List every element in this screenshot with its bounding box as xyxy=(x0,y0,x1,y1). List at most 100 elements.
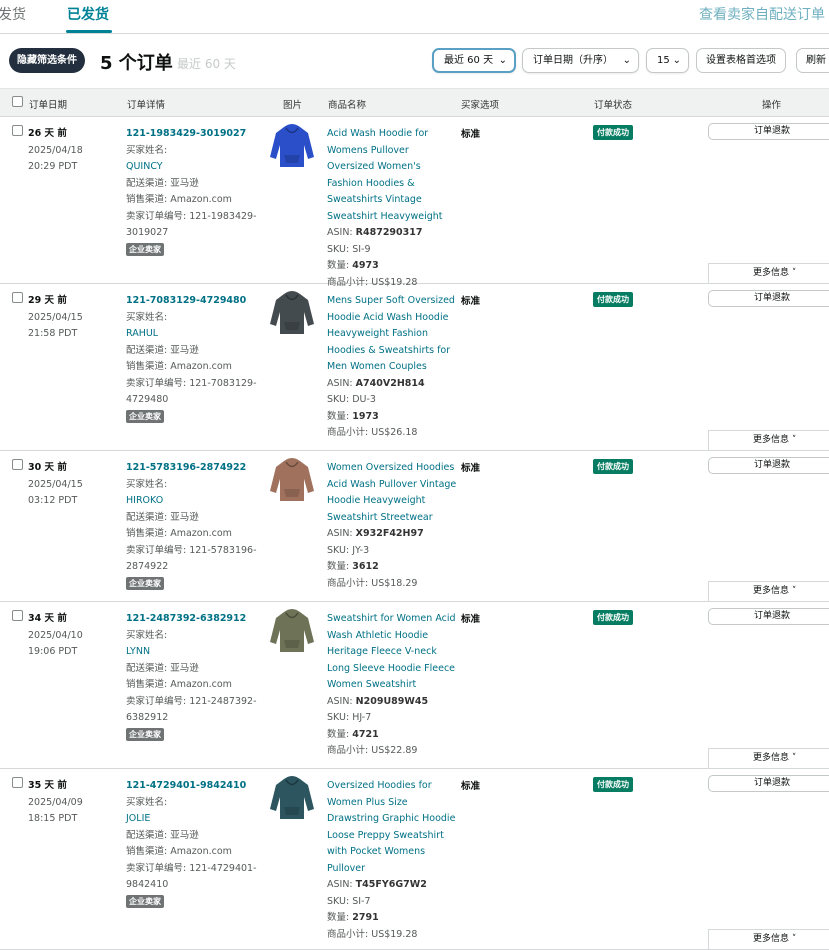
chevron-down-icon: ˅ xyxy=(791,586,797,596)
more-info-label: 更多信息 xyxy=(753,934,790,944)
refresh-button[interactable]: 刷新 xyxy=(796,48,829,73)
tab-unshipped[interactable]: 未发货 xyxy=(0,4,26,24)
row-checkbox[interactable] xyxy=(12,777,23,788)
buyer-option: 标准 xyxy=(461,463,481,474)
sku-label: SKU: xyxy=(327,394,353,405)
sort-select[interactable]: 订单日期（升序） ⌄ xyxy=(522,48,639,73)
refund-button[interactable]: 订单退款 xyxy=(708,608,829,625)
order-date-cell: 29 天 前 2025/04/15 21:58 PDT xyxy=(28,293,83,343)
product-title-link[interactable]: Oversized Hoodies for Women Plus Size Dr… xyxy=(327,778,459,877)
buyer-name-link[interactable]: JOLIE xyxy=(126,811,266,828)
quantity-line: 数量: 4721 xyxy=(327,727,459,744)
row-checkbox[interactable] xyxy=(12,125,23,136)
row-checkbox[interactable] xyxy=(12,459,23,470)
row-checkbox[interactable] xyxy=(12,292,23,303)
seller-order-id: 卖家订单编号: 121-7083129- xyxy=(126,377,257,389)
fulfillment-channel: 配送渠道: 亚马逊 xyxy=(126,662,199,674)
more-info-toggle[interactable]: 更多信息 ˅ xyxy=(708,929,829,949)
refund-button[interactable]: 订单退款 xyxy=(708,775,829,792)
order-date: 2025/04/09 xyxy=(28,796,83,808)
header-order-date[interactable]: 订单日期 xyxy=(29,97,67,111)
quantity-line: 数量: 1973 xyxy=(327,409,459,426)
status-badge: 付款成功 xyxy=(593,292,633,307)
more-info-toggle[interactable]: 更多信息 ˅ xyxy=(708,430,829,450)
order-id-link[interactable]: 121-7083129-4729480 xyxy=(126,293,266,310)
fulfillment-channel: 配送渠道: 亚马逊 xyxy=(126,344,199,356)
buyer-name-link[interactable]: HIROKO xyxy=(126,493,266,510)
seller-order-id-cont: 3019027 xyxy=(126,227,169,238)
refund-button[interactable]: 订单退款 xyxy=(708,123,829,140)
more-info-label: 更多信息 xyxy=(753,435,790,445)
table-preferences-button[interactable]: 设置表格首选项 xyxy=(696,48,786,73)
seller-order-id-cont: 2874922 xyxy=(126,561,169,572)
refund-button[interactable]: 订单退款 xyxy=(708,457,829,474)
product-image[interactable] xyxy=(268,773,316,823)
sku-label: SKU: xyxy=(327,544,353,556)
date-range-value: 最近 60 天 xyxy=(444,55,494,66)
asin-label: ASIN: xyxy=(327,528,356,539)
product-title-link[interactable]: Women Oversized Hoodies Acid Wash Pullov… xyxy=(327,460,459,526)
buyer-name-link[interactable]: QUINCY xyxy=(126,159,266,176)
hoodie-image xyxy=(270,776,314,819)
order-id-link[interactable]: 121-4729401-9842410 xyxy=(126,778,266,795)
product-image[interactable] xyxy=(268,288,316,338)
fulfillment-channel: 配送渠道: 亚马逊 xyxy=(126,829,199,841)
asin-line: ASIN: X932F42H97 xyxy=(327,526,459,543)
sku-line: SKU: DU-3 xyxy=(327,392,459,409)
table-row: 35 天 前 2025/04/09 18:15 PDT 121-4729401-… xyxy=(0,769,829,950)
more-info-toggle[interactable]: 更多信息 ˅ xyxy=(708,581,829,601)
view-mfn-orders-link[interactable]: 查看卖家自配送订单 xyxy=(699,4,825,24)
order-id-link[interactable]: 121-5783196-2874922 xyxy=(126,460,266,477)
product-title-link[interactable]: Mens Super Soft Oversized Hoodie Acid Wa… xyxy=(327,293,459,376)
quantity-value: 3612 xyxy=(352,561,379,572)
order-age: 29 天 前 xyxy=(28,295,67,306)
order-age: 34 天 前 xyxy=(28,613,67,624)
buyer-name-link[interactable]: RAHUL xyxy=(126,326,266,343)
product-image[interactable] xyxy=(268,606,316,656)
chevron-down-icon: ˅ xyxy=(791,934,797,944)
sku-label: SKU: xyxy=(327,895,353,907)
hide-filters-button[interactable]: 隐藏筛选条件 xyxy=(9,48,85,73)
asin-label: ASIN: xyxy=(327,227,356,238)
asin-value: R487290317 xyxy=(355,227,423,238)
product-title-link[interactable]: Sweatshirt for Women Acid Wash Athletic … xyxy=(327,611,459,694)
product-image[interactable] xyxy=(268,121,316,171)
sales-channel: 销售渠道: Amazon.com xyxy=(126,194,232,205)
order-detail-cell: 121-4729401-9842410 买家姓名: JOLIE 配送渠道: 亚马… xyxy=(126,778,266,910)
select-all-checkbox[interactable] xyxy=(12,96,23,107)
subtotal-value: US$26.18 xyxy=(371,427,418,438)
table-row: 34 天 前 2025/04/10 19:06 PDT 121-2487392-… xyxy=(0,602,829,769)
table-header: 订单日期 订单详情 图片 商品名称 买家选项 订单状态 操作 xyxy=(0,88,829,117)
order-date-cell: 34 天 前 2025/04/10 19:06 PDT xyxy=(28,611,83,661)
buyer-option: 标准 xyxy=(461,296,481,307)
quantity-value: 4721 xyxy=(352,728,379,740)
fulfillment-channel: 配送渠道: 亚马逊 xyxy=(126,511,199,523)
order-age: 35 天 前 xyxy=(28,780,67,791)
chevron-down-icon: ⌄ xyxy=(622,55,631,66)
asin-line: ASIN: R487290317 xyxy=(327,225,459,242)
order-id-link[interactable]: 121-1983429-3019027 xyxy=(126,126,266,143)
status-badge: 付款成功 xyxy=(593,125,633,140)
order-id-link[interactable]: 121-2487392-6382912 xyxy=(126,611,266,628)
product-title-link[interactable]: Acid Wash Hoodie for Womens Pullover Ove… xyxy=(327,126,459,225)
row-checkbox[interactable] xyxy=(12,610,23,621)
buyer-name-link[interactable]: LYNN xyxy=(126,644,266,661)
product-image[interactable] xyxy=(268,455,316,505)
refund-button[interactable]: 订单退款 xyxy=(708,290,829,307)
more-info-label: 更多信息 xyxy=(753,753,790,763)
buyer-name-label: 买家姓名: xyxy=(126,478,168,490)
page-size-select[interactable]: 15 ⌄ xyxy=(646,48,689,73)
more-info-toggle[interactable]: 更多信息 ˅ xyxy=(708,263,829,283)
tab-shipped[interactable]: 已发货 xyxy=(67,4,109,24)
date-range-select[interactable]: 最近 60 天 ⌄ xyxy=(432,48,516,73)
order-time: 19:06 PDT xyxy=(28,646,78,657)
more-info-toggle[interactable]: 更多信息 ˅ xyxy=(708,748,829,768)
buyer-name-label: 买家姓名: xyxy=(126,144,168,156)
quantity-label: 数量: xyxy=(327,410,353,422)
sku-line: SKU: JY-3 xyxy=(327,543,459,560)
quantity-label: 数量: xyxy=(327,728,353,740)
sku-line: SKU: SI-9 xyxy=(327,242,459,259)
order-date-cell: 26 天 前 2025/04/18 20:29 PDT xyxy=(28,126,83,176)
order-time: 21:58 PDT xyxy=(28,328,78,339)
subtotal-line: 商品小计: US$19.28 xyxy=(327,927,459,944)
